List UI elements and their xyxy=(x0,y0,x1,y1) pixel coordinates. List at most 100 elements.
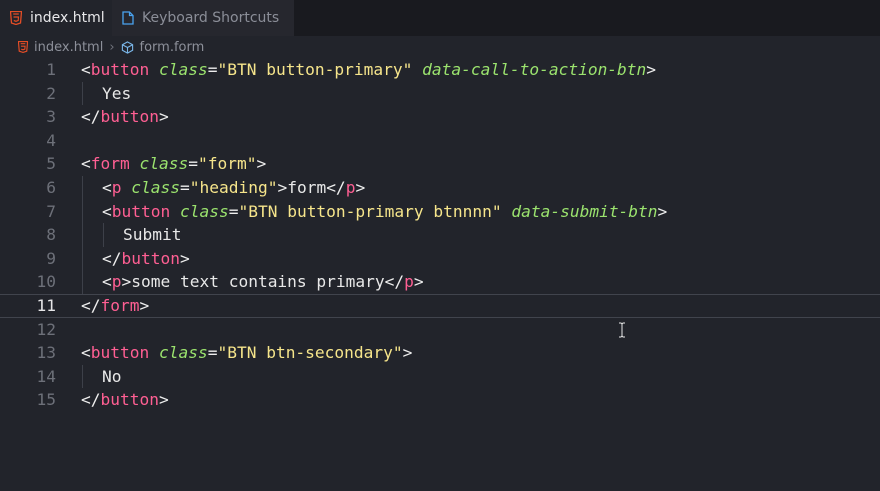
code-text: </button> xyxy=(102,247,190,271)
code-token: form xyxy=(90,154,130,174)
code-editor[interactable]: 1 <button class="BTN button-primary" data… xyxy=(0,58,880,491)
code-token: > xyxy=(139,295,150,315)
code-token: button xyxy=(100,390,159,410)
code-token: p xyxy=(111,272,122,292)
breadcrumb-symbol[interactable]: form.form xyxy=(121,39,205,55)
code-token: Yes xyxy=(102,83,132,103)
indent-guide xyxy=(82,175,83,200)
indent-guide xyxy=(82,199,83,224)
breadcrumb-symbol-label: form.form xyxy=(139,39,205,55)
tab-bar: index.html ✕ Keyboard Shortcuts xyxy=(0,0,880,36)
code-line[interactable]: 15 </button> xyxy=(0,388,880,412)
code-token: < xyxy=(102,177,112,197)
code-token: = xyxy=(207,343,218,363)
text-cursor-icon xyxy=(619,322,625,338)
code-token: > xyxy=(657,201,668,221)
line-number: 4 xyxy=(46,130,56,150)
code-token: Submit xyxy=(123,225,182,245)
code-token: < xyxy=(102,201,112,221)
code-token: < xyxy=(81,154,91,174)
line-number: 9 xyxy=(46,248,56,268)
line-number: 3 xyxy=(46,107,56,127)
indent-guide xyxy=(82,223,83,247)
code-token: > xyxy=(158,390,169,410)
code-token: > xyxy=(158,107,169,127)
code-line[interactable]: 2 Yes xyxy=(0,81,880,106)
code-token: = xyxy=(207,60,218,79)
code-text: <button class="BTN button-primary" data-… xyxy=(81,58,656,82)
code-token: button xyxy=(121,248,180,268)
code-token: No xyxy=(102,366,122,386)
code-text: <button class="BTN button-primary btnnnn… xyxy=(102,200,667,224)
line-number: 12 xyxy=(36,319,57,339)
code-line[interactable]: 6 <p class="heading">form</p> xyxy=(0,175,880,200)
breadcrumb-file-label: index.html xyxy=(34,39,104,55)
code-token: > xyxy=(256,154,267,174)
cube-icon xyxy=(121,40,134,54)
code-token: < xyxy=(102,272,112,292)
code-text: </form> xyxy=(81,294,149,318)
code-token: > xyxy=(179,248,190,268)
line-number: 7 xyxy=(46,201,56,221)
indent-guide xyxy=(103,223,104,247)
indent-guide xyxy=(82,81,83,106)
code-line[interactable]: 9 </button> xyxy=(0,246,880,271)
code-token: form xyxy=(100,295,140,315)
code-line[interactable]: 11 </form> xyxy=(0,294,880,318)
code-token: </ xyxy=(326,177,346,197)
line-number: 14 xyxy=(36,366,57,386)
breadcrumb: index.html › form.form xyxy=(0,36,880,58)
code-text: </button> xyxy=(81,105,169,129)
line-number: 10 xyxy=(36,272,57,292)
code-token: "BTN button-primary btnnnn" xyxy=(238,201,502,221)
code-token: "form" xyxy=(197,154,257,174)
breadcrumb-file[interactable]: index.html xyxy=(18,40,103,55)
code-line[interactable]: 8 Submit xyxy=(0,223,880,247)
code-token: "BTN button-primary" xyxy=(217,60,413,79)
code-token: > xyxy=(402,343,413,363)
tab-label: index.html xyxy=(30,10,105,26)
line-number: 11 xyxy=(36,295,57,315)
code-token: class xyxy=(139,154,189,174)
code-token: = xyxy=(179,177,190,197)
code-token: </ xyxy=(102,248,122,268)
line-number: 1 xyxy=(46,60,56,79)
code-line[interactable]: 1 <button class="BTN button-primary" data… xyxy=(0,58,880,82)
code-line[interactable]: 7 <button class="BTN button-primary btnnn… xyxy=(0,199,880,224)
tab-keyboard-shortcuts[interactable]: Keyboard Shortcuts xyxy=(112,0,294,36)
code-text: </button> xyxy=(81,388,169,412)
code-token: > xyxy=(355,177,366,197)
code-line[interactable]: 5 <form class="form"> xyxy=(0,152,880,176)
code-line[interactable]: 10 <p>some text contains primary</p> xyxy=(0,270,880,294)
code-line[interactable]: 12 xyxy=(0,318,880,342)
code-line[interactable]: 3 </button> xyxy=(0,105,880,129)
code-token: button xyxy=(90,343,150,363)
code-token: </ xyxy=(81,107,101,127)
code-text: Yes xyxy=(102,82,131,106)
code-token: = xyxy=(228,201,239,221)
code-text: <p>some text contains primary</p> xyxy=(102,270,424,294)
html5-icon xyxy=(18,41,28,53)
code-line[interactable]: 4 xyxy=(0,129,880,153)
code-token: "BTN btn-secondary" xyxy=(217,343,403,363)
line-number: 6 xyxy=(46,177,56,197)
indent-guide xyxy=(82,246,83,271)
code-line[interactable]: 14 No xyxy=(0,364,880,389)
code-text: <form class="form"> xyxy=(81,152,266,176)
tab-index-html[interactable]: index.html ✕ xyxy=(0,0,130,36)
code-line[interactable]: 13 <button class="BTN btn-secondary"> xyxy=(0,341,880,365)
code-token: p xyxy=(111,177,122,197)
code-token: class xyxy=(179,201,229,221)
tab-label: Keyboard Shortcuts xyxy=(142,10,280,26)
code-token: form xyxy=(287,177,327,197)
code-text: <p class="heading">form</p> xyxy=(102,176,365,200)
code-token: p xyxy=(345,177,356,197)
code-token: class xyxy=(158,60,208,79)
indent-guide xyxy=(82,270,83,294)
chevron-right-icon: › xyxy=(109,39,115,55)
code-token: class xyxy=(158,343,208,363)
